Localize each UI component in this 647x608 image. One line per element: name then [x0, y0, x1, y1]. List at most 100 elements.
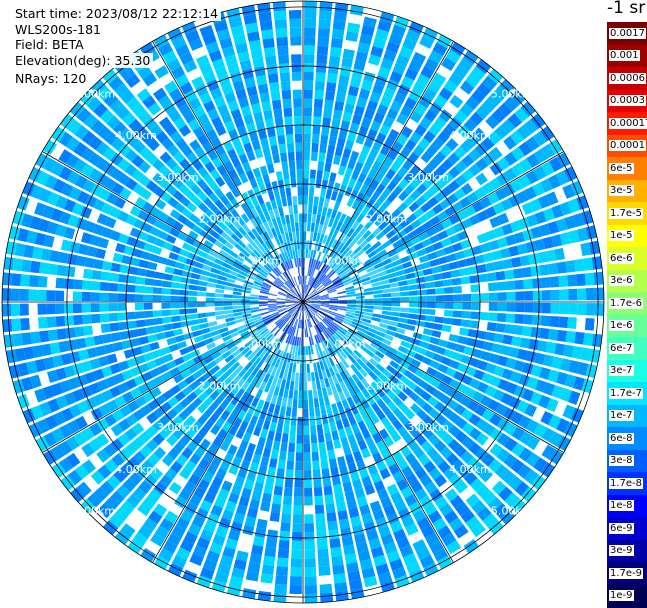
- range-ring-label: 4.00km: [115, 129, 157, 142]
- range-gate-cell: [567, 317, 577, 329]
- range-gate-cell: [426, 315, 435, 322]
- range-gate-cell: [153, 279, 163, 286]
- elevation-text: Elevation(deg): 35.30: [12, 53, 153, 68]
- range-gate-cell: [494, 333, 504, 343]
- range-gate-cell: [135, 294, 144, 301]
- range-ring-label: 2.00km: [366, 379, 408, 392]
- range-gate-cell: [559, 289, 568, 300]
- range-gate-cell: [165, 330, 175, 338]
- range-gate-cell: [400, 291, 409, 296]
- range-gate-cell: [319, 575, 331, 585]
- range-gate-cell: [459, 328, 469, 336]
- range-gate-cell: [317, 549, 328, 559]
- range-gate-cell: [296, 452, 303, 461]
- range-gate-cell: [276, 126, 284, 136]
- range-gate-cell: [424, 322, 434, 329]
- range-gate-cell: [293, 98, 302, 107]
- range-gate-cell: [335, 493, 345, 503]
- range-gate-cell: [414, 270, 424, 277]
- range-gate-cell: [449, 261, 459, 269]
- range-gate-cell: [333, 412, 340, 422]
- range-gate-cell: [294, 488, 302, 497]
- range-gate-cell: [323, 477, 332, 487]
- range-gate-cell: [443, 317, 453, 324]
- colorbar-swatch: 0.00017: [607, 112, 647, 135]
- range-gate-cell: [332, 29, 344, 39]
- range-gate-cell: [299, 222, 302, 231]
- range-gate-cell: [342, 112, 352, 122]
- range-gate-cell: [306, 346, 309, 355]
- range-gate-cell: [254, 482, 264, 492]
- range-gate-cell: [417, 314, 426, 320]
- range-gate-cell: [149, 254, 159, 263]
- range-gate-cell: [520, 337, 530, 348]
- range-gate-cell: [295, 143, 302, 152]
- colorbar-swatch: 0.0003: [607, 90, 647, 113]
- range-gate-cell: [20, 289, 29, 301]
- range-gate-cell: [373, 290, 382, 294]
- range-gate-cell: [304, 19, 316, 28]
- range-gate-cell: [304, 479, 312, 488]
- range-gate-cell: [576, 317, 586, 329]
- range-gate-cell: [449, 334, 459, 342]
- range-gate-cell: [365, 295, 374, 299]
- range-gate-cell: [444, 310, 453, 317]
- colorbar-swatch: 6e-5: [607, 157, 647, 180]
- range-gate-cell: [280, 406, 286, 416]
- range-gate-cell: [333, 182, 340, 192]
- range-gate-cell: [391, 292, 400, 297]
- range-gate-cell: [317, 37, 329, 47]
- range-gate-cell: [67, 254, 78, 265]
- range-gate-cell: [558, 275, 568, 287]
- range-gate-cell: [304, 523, 314, 532]
- range-gate-cell: [311, 152, 318, 161]
- range-gate-cell: [327, 449, 335, 459]
- colorbar-swatch: 6e-8: [607, 427, 647, 450]
- range-gate-cell: [326, 153, 334, 163]
- range-gate-cell: [326, 512, 336, 522]
- range-gate-cell: [274, 486, 283, 496]
- range-gate-cell: [308, 205, 313, 214]
- range-gate-cell: [365, 305, 374, 308]
- range-gate-cell: [290, 576, 302, 585]
- range-gate-cell: [322, 468, 330, 478]
- range-gate-cell: [38, 317, 48, 329]
- range-gate-cell: [297, 355, 300, 364]
- range-gate-cell: [2, 288, 11, 301]
- range-gate-cell: [295, 222, 299, 231]
- range-gate-cell: [452, 318, 462, 326]
- range-gate-cell: [117, 312, 126, 320]
- range-gate-cell: [303, 213, 307, 222]
- range-gate-cell: [11, 273, 21, 286]
- range-gate-cell: [172, 322, 182, 329]
- range-gate-cell: [319, 197, 325, 206]
- range-gate-cell: [127, 321, 137, 329]
- range-gate-cell: [468, 329, 478, 338]
- range-gate-cell: [586, 303, 595, 315]
- range-gate-cell: [301, 337, 303, 346]
- range-gate-cell: [162, 317, 172, 324]
- range-gate-cell: [318, 566, 330, 576]
- range-gate-cell: [316, 63, 327, 73]
- range-gate-cell: [421, 335, 431, 343]
- range-gate-cell: [502, 259, 512, 269]
- range-gate-cell: [273, 108, 282, 118]
- range-gate-cell: [409, 302, 418, 307]
- range-gate-cell: [264, 484, 274, 494]
- range-gate-cell: [256, 519, 267, 529]
- range-gate-cell: [117, 303, 126, 311]
- range-gate-cell: [286, 469, 294, 478]
- range-gate-cell: [321, 180, 328, 190]
- range-gate-cell: [76, 338, 86, 349]
- range-gate-cell: [374, 302, 383, 305]
- range-gate-cell: [304, 107, 312, 116]
- range-gate-cell: [266, 538, 277, 548]
- range-gate-cell: [275, 477, 284, 487]
- colorbar-swatch: 0.0001: [607, 135, 647, 158]
- range-gate-cell: [55, 291, 64, 302]
- range-gate-cell: [409, 308, 418, 313]
- range-gate-cell: [147, 334, 157, 342]
- range-gate-cell: [279, 144, 287, 154]
- range-ring-label: 2.00km: [366, 213, 408, 226]
- range-gate-cell: [13, 333, 23, 346]
